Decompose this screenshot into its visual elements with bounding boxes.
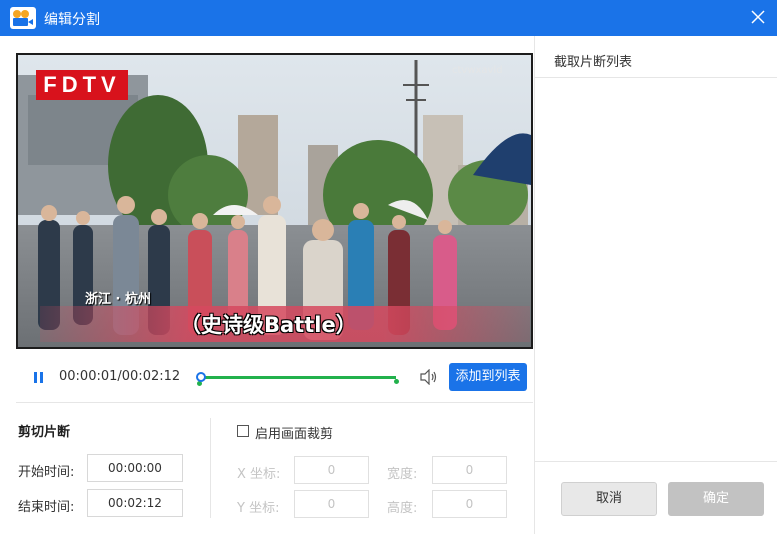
clip-list-panel: 截取片断列表 取消 确定 bbox=[534, 36, 777, 534]
volume-icon[interactable] bbox=[419, 368, 439, 386]
trim-range-slider[interactable] bbox=[196, 367, 401, 387]
y-coordinate-input[interactable]: 0 bbox=[294, 490, 369, 518]
playhead-handle[interactable] bbox=[196, 372, 206, 382]
time-display: 00:00:01/00:02:12 bbox=[59, 369, 181, 384]
clip-list-title: 截取片断列表 bbox=[554, 55, 633, 70]
cancel-button[interactable]: 取消 bbox=[561, 482, 657, 516]
end-time-input[interactable]: 00:02:12 bbox=[87, 489, 183, 517]
video-location-caption: 浙江 · 杭州 bbox=[85, 292, 151, 307]
start-time-label: 开始时间: bbox=[18, 465, 75, 480]
enable-crop-checkbox[interactable] bbox=[237, 425, 249, 437]
playback-controls: 00:00:01/00:02:12 添加到列表 bbox=[16, 351, 533, 403]
width-label: 宽度: bbox=[387, 467, 418, 482]
title-bar: 编辑分割 bbox=[0, 0, 777, 36]
enable-crop-label[interactable]: 启用画面裁剪 bbox=[255, 423, 333, 442]
section-divider bbox=[210, 418, 211, 518]
x-coordinate-label: X 坐标: bbox=[237, 467, 281, 482]
height-label: 高度: bbox=[387, 501, 418, 516]
clip-section-title: 剪切片断 bbox=[18, 425, 71, 440]
start-time-input[interactable]: 00:00:00 bbox=[87, 454, 183, 482]
height-input[interactable]: 0 bbox=[432, 490, 507, 518]
close-icon[interactable] bbox=[747, 6, 769, 28]
video-subtitle-caption: （史诗级Battle） bbox=[180, 313, 357, 337]
selected-range-track bbox=[200, 376, 396, 379]
x-coordinate-input[interactable]: 0 bbox=[294, 456, 369, 484]
window-title: 编辑分割 bbox=[44, 12, 100, 28]
channel-logo: FDTV bbox=[36, 70, 128, 100]
end-time-label: 结束时间: bbox=[18, 500, 75, 515]
clip-list bbox=[535, 78, 777, 461]
pause-icon[interactable] bbox=[33, 371, 45, 385]
video-camera-icon bbox=[10, 7, 36, 29]
y-coordinate-label: Y 坐标: bbox=[237, 501, 280, 516]
confirm-button[interactable]: 确定 bbox=[668, 482, 764, 516]
video-watermark: ctvwxavld bbox=[452, 65, 503, 76]
range-end-handle[interactable] bbox=[394, 379, 399, 384]
add-to-list-button[interactable]: 添加到列表 bbox=[449, 363, 527, 391]
list-footer-divider bbox=[535, 461, 777, 462]
width-input[interactable]: 0 bbox=[432, 456, 507, 484]
